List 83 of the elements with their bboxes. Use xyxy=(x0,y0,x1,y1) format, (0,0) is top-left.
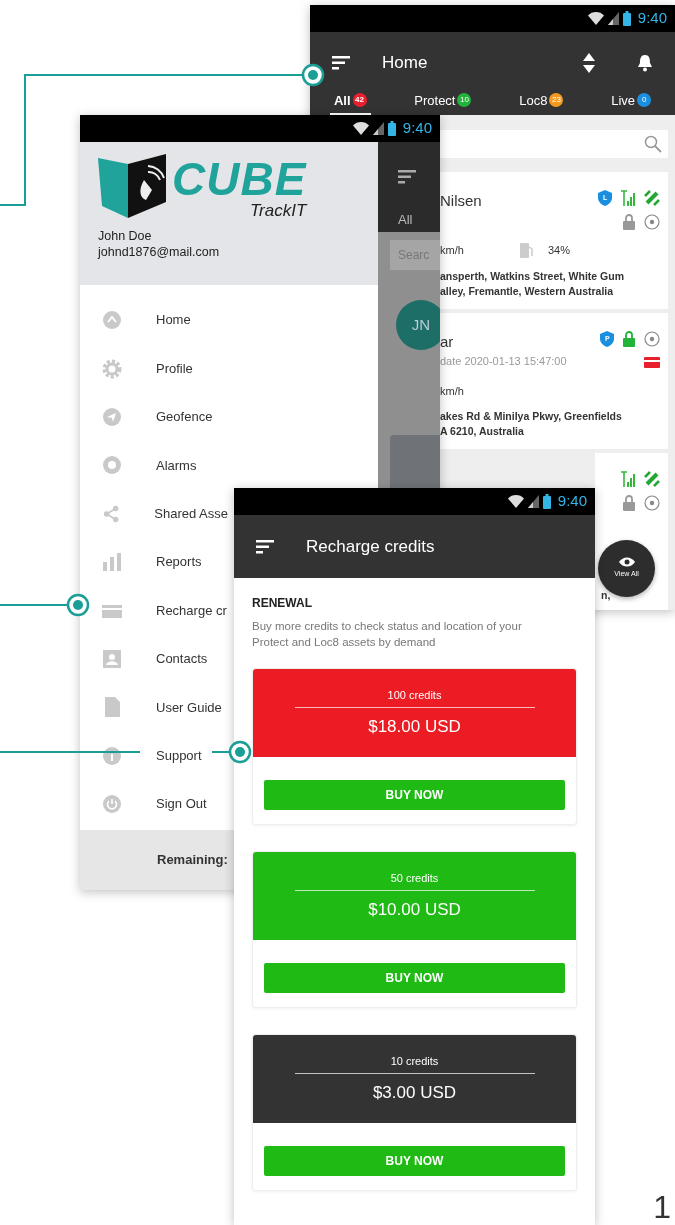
search-icon[interactable] xyxy=(644,135,662,153)
count-badge: 0 xyxy=(637,93,652,108)
user-email: johnd1876@mail.com xyxy=(98,244,221,260)
menu-item[interactable]: Shared Asse xyxy=(80,489,234,538)
package-price: $10.00 USD xyxy=(368,899,461,921)
card-icon xyxy=(102,602,122,619)
menu-item[interactable]: Alarms xyxy=(80,441,234,490)
clock-time: 9:40 xyxy=(557,491,587,512)
menu-item[interactable]: Home xyxy=(80,296,234,345)
signal-icon xyxy=(607,12,619,25)
clock-time: 9:40 xyxy=(402,118,432,139)
wifi-icon xyxy=(352,122,369,135)
signal-icon xyxy=(372,122,384,135)
page-number: 1 xyxy=(653,1189,671,1225)
credit-amount: 10 credits xyxy=(390,1053,439,1069)
menu-item[interactable]: User Guide xyxy=(80,683,234,732)
gear-icon xyxy=(102,358,122,379)
count-badge: 10 xyxy=(457,93,472,108)
shield-icon xyxy=(598,190,612,206)
count-badge: 23 xyxy=(549,93,564,108)
battery-level: 34% xyxy=(548,243,571,258)
fuel-icon xyxy=(520,242,533,259)
search-field[interactable] xyxy=(440,130,668,158)
home-icon xyxy=(102,310,122,331)
menu-icon[interactable] xyxy=(256,539,274,554)
contact-icon xyxy=(102,648,122,669)
screen-title: Recharge credits xyxy=(306,535,435,558)
target-icon xyxy=(644,330,660,347)
menu-item[interactable]: Geofence xyxy=(80,392,234,442)
menu-item[interactable]: Contacts xyxy=(80,634,234,684)
avatar: JN xyxy=(396,300,440,350)
asset-name: Nilsen xyxy=(440,191,483,211)
card-icon xyxy=(644,357,660,368)
credit-amount: 100 credits xyxy=(387,687,442,703)
navigation-icon xyxy=(102,406,122,427)
power-icon xyxy=(102,794,122,815)
filter-tab[interactable]: Protect 10 xyxy=(410,90,476,115)
alarm-icon xyxy=(102,455,122,476)
bell-icon[interactable] xyxy=(637,53,653,72)
menu-item[interactable]: Profile xyxy=(80,344,234,393)
eye-icon xyxy=(618,557,635,568)
address-line: akes Rd & Minilya Pkwy, Greenfields xyxy=(440,409,623,424)
signal-bars-icon xyxy=(621,471,635,487)
address-line: ansperth, Watkins Street, White Gum xyxy=(440,268,625,284)
count-badge: 42 xyxy=(352,93,367,108)
wifi-icon xyxy=(507,495,524,508)
wifi-icon xyxy=(587,12,604,25)
battery-icon xyxy=(542,494,551,509)
screen-title: Home xyxy=(382,51,429,74)
menu-icon[interactable] xyxy=(398,169,416,184)
battery-icon xyxy=(622,11,631,26)
address-line: alley, Fremantle, Western Australia xyxy=(440,283,615,299)
target-icon xyxy=(644,495,660,511)
document-icon xyxy=(102,697,122,718)
filter-tab[interactable]: Live 0 xyxy=(607,90,656,115)
bar-chart-icon xyxy=(102,552,122,573)
tab-label: All xyxy=(398,211,414,229)
menu-icon[interactable] xyxy=(332,55,350,70)
package-price: $18.00 USD xyxy=(368,716,461,738)
speed: km/h xyxy=(440,243,465,258)
signal-icon xyxy=(527,495,539,508)
shield-icon xyxy=(600,330,614,347)
battery-icon xyxy=(387,121,396,136)
target-icon xyxy=(644,214,660,230)
logo-tagline: TrackIT xyxy=(249,202,307,220)
clock-time: 9:40 xyxy=(637,8,667,29)
address-line: A 6210, Australia xyxy=(440,424,525,439)
description: Buy more credits to check status and location of your Protect and Loc8 assets by demand xyxy=(252,619,523,650)
speed: km/h xyxy=(440,383,465,399)
asset-name: ar xyxy=(440,331,455,352)
sort-icon[interactable] xyxy=(583,52,595,73)
credit-amount: 50 credits xyxy=(390,870,439,886)
menu-item[interactable]: Sign Out xyxy=(80,779,234,829)
signal-bars-icon xyxy=(621,190,635,206)
logo-word: CUBE xyxy=(172,156,307,202)
last-update: date 2020-01-13 15:47:00 xyxy=(440,354,568,369)
user-name: John Doe xyxy=(98,228,153,244)
package-price: $3.00 USD xyxy=(372,1082,457,1104)
filter-tab[interactable]: Loc8 23 xyxy=(515,90,568,115)
share-icon xyxy=(102,503,121,524)
section-heading: RENEWAL xyxy=(252,595,313,612)
info-icon xyxy=(102,745,122,766)
menu-item[interactable]: Reports xyxy=(80,537,234,587)
